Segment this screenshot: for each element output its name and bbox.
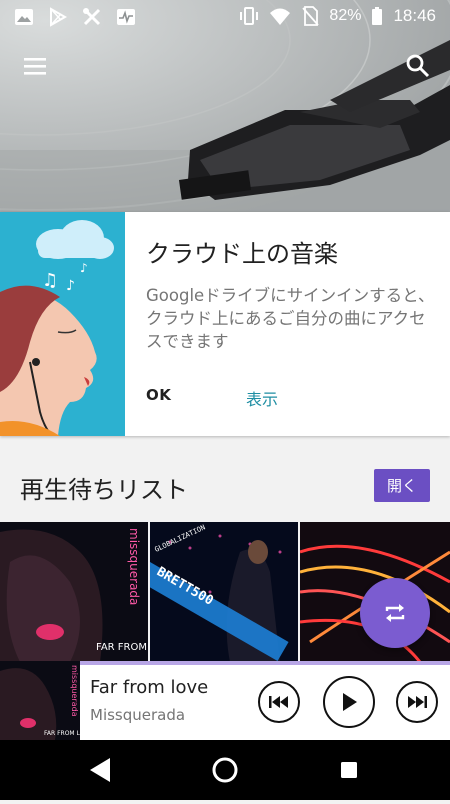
cloud-music-card: ♫ ♪ ♪ クラウド上の音楽 Googleドライブにサインインすると、クラウド上… bbox=[0, 212, 450, 436]
shuffle-fab[interactable] bbox=[360, 578, 430, 648]
play-store-icon bbox=[50, 7, 68, 27]
card-illustration: ♫ ♪ ♪ bbox=[0, 212, 125, 436]
next-button[interactable] bbox=[396, 681, 438, 723]
album-art-brett500: GLOBALIZATION BRETT500 bbox=[150, 522, 298, 662]
now-playing-title: Far from love bbox=[90, 677, 209, 698]
wifi-icon bbox=[270, 8, 291, 25]
system-navigation-bar bbox=[0, 740, 450, 800]
artist-name-text: missquerada bbox=[127, 528, 141, 605]
search-icon bbox=[406, 54, 430, 78]
woman-headphones-illustration: ♫ ♪ ♪ bbox=[0, 212, 125, 436]
home-button[interactable] bbox=[212, 757, 238, 783]
battery-icon bbox=[372, 7, 383, 25]
tools-icon bbox=[83, 8, 101, 26]
hamburger-menu-icon bbox=[24, 58, 46, 75]
album-title-text: FAR FROM LOVE bbox=[44, 730, 80, 737]
no-sim-icon bbox=[302, 6, 320, 26]
status-bar: 82% 18:46 bbox=[0, 0, 450, 34]
back-icon bbox=[90, 758, 110, 782]
open-queue-button[interactable]: 開く bbox=[374, 469, 430, 502]
show-button[interactable]: 表示 bbox=[246, 386, 278, 410]
card-description: Googleドライブにサインインすると、クラウド上にあるご自分の曲にアクセスでき… bbox=[146, 286, 435, 351]
recents-icon bbox=[341, 762, 357, 778]
recents-button[interactable] bbox=[341, 762, 357, 778]
album-art-far-from-love: FAR FROM LOVE missquerada bbox=[0, 522, 148, 662]
now-playing-bar[interactable]: missquerada FAR FROM LOVE Far from love … bbox=[0, 661, 450, 740]
search-button[interactable] bbox=[398, 46, 438, 86]
skip-previous-icon bbox=[269, 696, 288, 708]
home-icon bbox=[212, 757, 238, 783]
now-playing-album-art: missquerada FAR FROM LOVE bbox=[0, 661, 80, 740]
menu-button[interactable] bbox=[16, 46, 56, 86]
now-playing-artist: Missquerada bbox=[90, 706, 186, 724]
previous-button[interactable] bbox=[258, 681, 300, 723]
image-notification-icon bbox=[15, 9, 33, 25]
repeat-icon bbox=[385, 604, 405, 622]
queue-heading: 再生待ちリスト bbox=[20, 476, 188, 504]
play-icon bbox=[343, 693, 357, 711]
album-art-thumbnail: missquerada FAR FROM LOVE bbox=[0, 661, 80, 740]
back-button[interactable] bbox=[90, 758, 110, 782]
svg-text:♪: ♪ bbox=[80, 261, 88, 275]
ok-button[interactable]: OK bbox=[146, 386, 171, 404]
album-tile-brett500[interactable]: GLOBALIZATION BRETT500 bbox=[150, 522, 298, 662]
svg-text:♪: ♪ bbox=[66, 278, 75, 294]
album-title-text: FAR FROM LOVE bbox=[96, 642, 148, 653]
activity-icon bbox=[117, 9, 135, 25]
clock: 18:46 bbox=[393, 6, 436, 25]
vibrate-icon bbox=[240, 7, 259, 25]
play-button[interactable] bbox=[323, 676, 375, 728]
app-toolbar bbox=[0, 40, 450, 88]
skip-next-icon bbox=[408, 696, 427, 708]
artist-name-text: missquerada bbox=[70, 665, 79, 717]
card-title: クラウド上の音楽 bbox=[146, 240, 338, 268]
battery-percent: 82% bbox=[329, 7, 362, 24]
svg-text:♫: ♫ bbox=[42, 270, 58, 291]
album-tile-far-from-love[interactable]: FAR FROM LOVE missquerada bbox=[0, 522, 148, 662]
